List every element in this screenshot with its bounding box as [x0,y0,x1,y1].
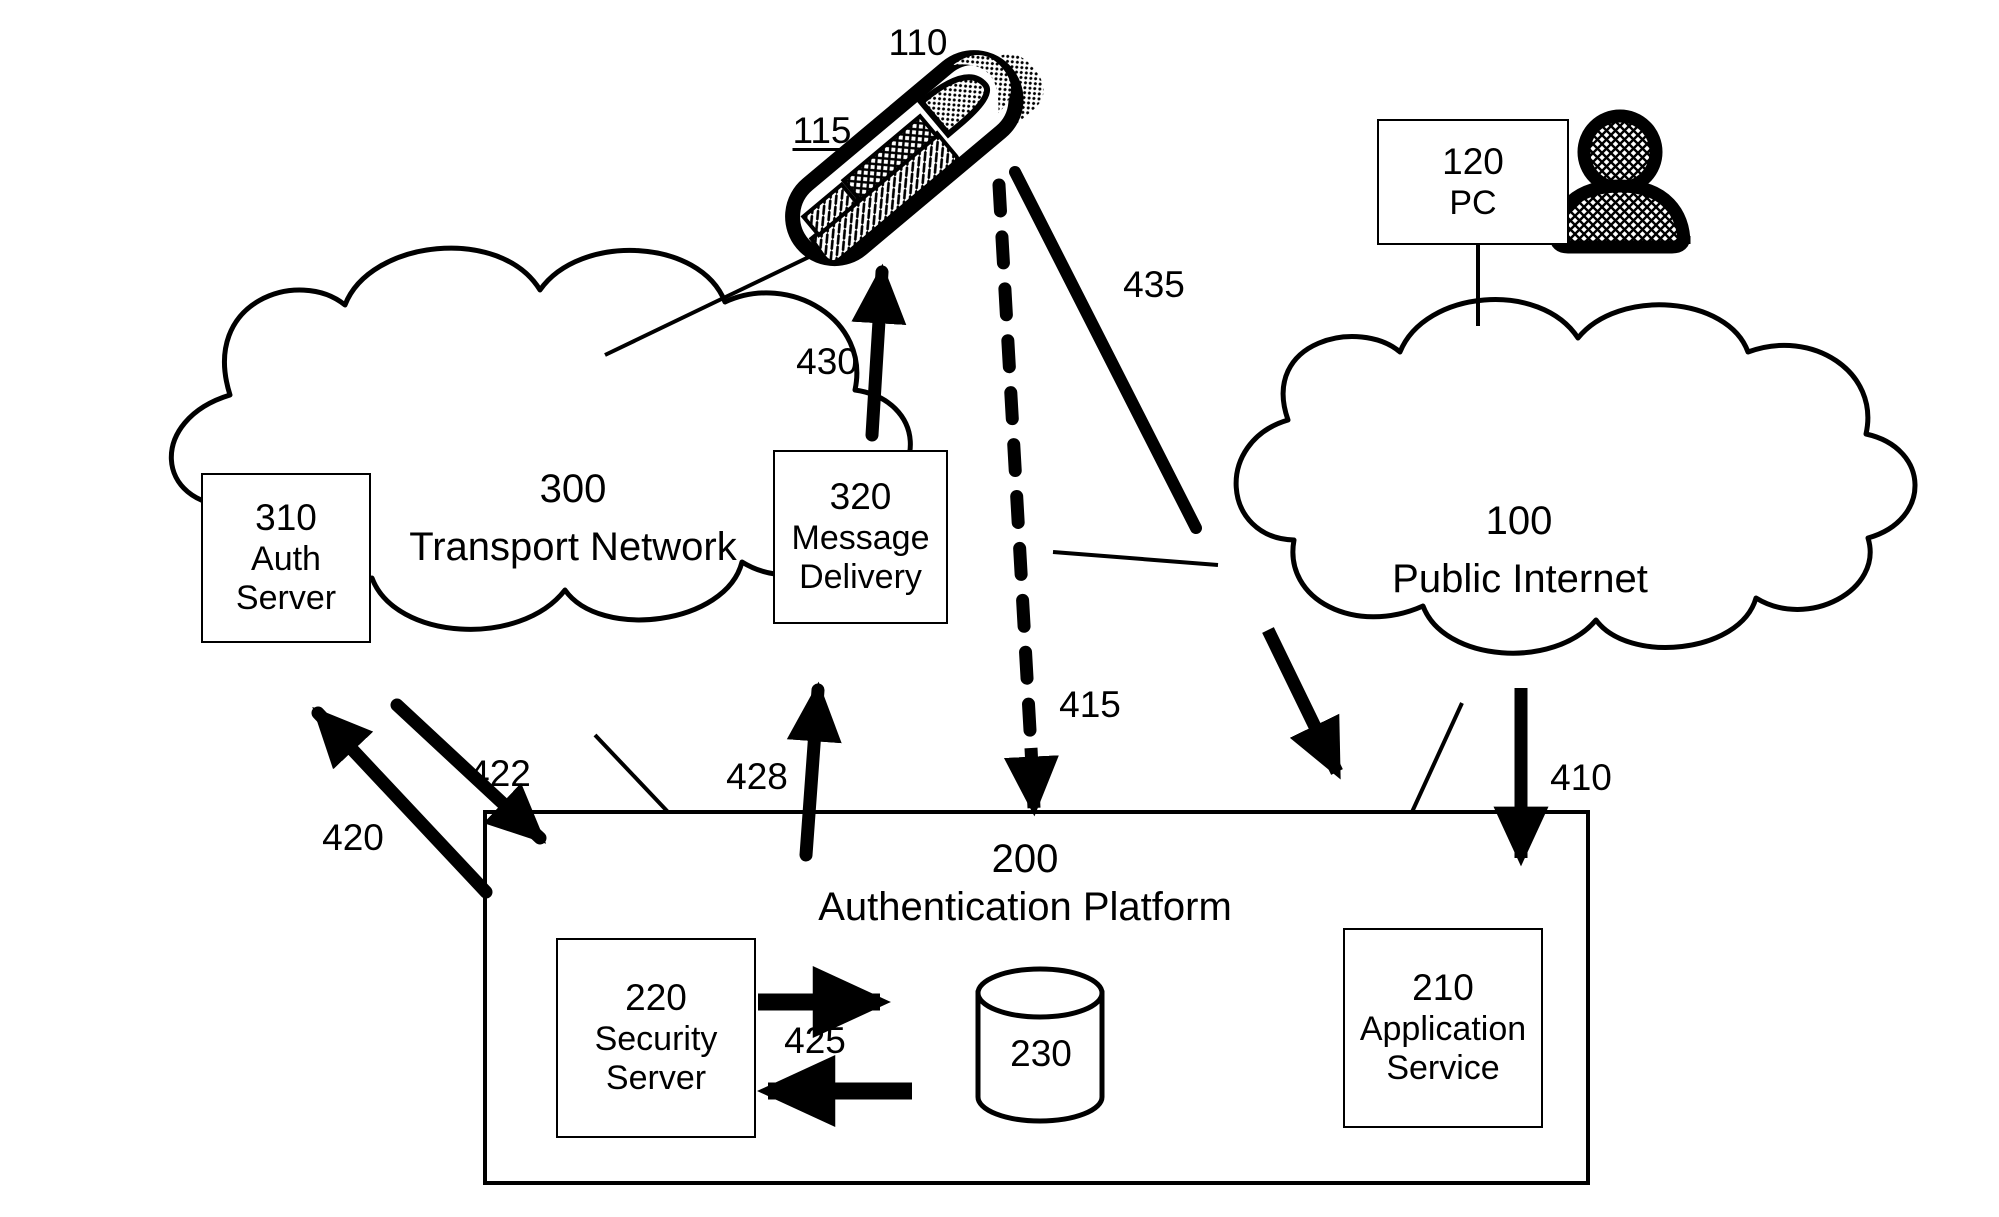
authentication-platform-ref-number: 200 [991,837,1059,881]
flow-435-to-platform-arrow [1262,627,1343,780]
application-service-ref-number: 210 [1412,967,1474,1009]
message-delivery-box: 320 Message Delivery [773,450,948,624]
message-delivery-label-line1: Message [791,519,930,558]
message-delivery-label-line2: Delivery [799,558,922,597]
person-avatar-icon [1549,109,1691,254]
pc-ref-number: 120 [1442,140,1504,182]
flow-435-ref-number: 435 [1123,264,1185,305]
auth-server-box: 310 Auth Server [201,473,371,643]
transport-network-label: Transport Network [409,525,737,569]
auth-server-label-line2: Server [235,579,337,618]
connector-transport-to-platform [593,733,670,814]
connector-internet-to-platform [1410,702,1464,813]
flow-435-arrow [1009,166,1202,534]
flow-425-ref-number: 425 [784,1020,846,1061]
security-server-box: 220 Security Server [556,938,756,1138]
flow-428-ref-number: 428 [726,756,788,797]
pc-box: 120 PC [1377,119,1569,245]
auth-server-ref-number: 310 [255,497,317,539]
flow-415-dashed-arrow [992,178,1059,817]
pc-label: PC [1449,183,1497,222]
database-ref-number: 230 [1010,1033,1072,1074]
flow-420-ref-number: 420 [322,817,384,858]
application-service-label-line1: Application [1359,1010,1527,1049]
transport-network-ref-number: 300 [539,467,607,511]
flow-410-ref-number: 410 [1550,757,1612,798]
connector-transport-to-internet [1052,550,1219,567]
flow-422-ref-number: 422 [469,753,531,794]
flow-415-ref-number: 415 [1059,684,1121,725]
security-server-label-line2: Server [605,1059,707,1098]
security-server-label-line1: Security [594,1020,718,1059]
flow-430-ref-number: 430 [796,341,858,382]
security-server-ref-number: 220 [625,977,687,1019]
mobile-device-ref-number: 110 [888,22,948,63]
auth-server-label-line1: Auth [251,540,321,579]
public-internet-label: Public Internet [1392,557,1648,601]
mobile-device-screen-ref-number: 115 [792,110,852,151]
application-service-box: 210 Application Service [1343,928,1543,1128]
authentication-platform-label: Authentication Platform [818,885,1232,929]
application-service-label-line2: Service [1386,1049,1500,1088]
flow-420-arrow [311,706,493,899]
public-internet-ref-number: 100 [1485,499,1553,543]
message-delivery-ref-number: 320 [829,476,892,518]
figure-canvas: 120 PC 310 Auth Server 320 Message Deliv… [0,0,1999,1217]
